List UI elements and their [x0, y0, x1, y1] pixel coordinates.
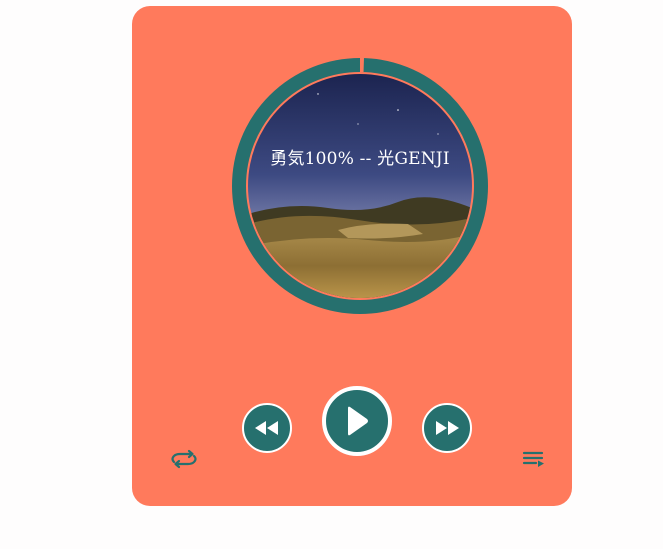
album-cover-image	[248, 74, 472, 298]
album-disc: 勇気100% -- 光GENJI	[232, 58, 488, 314]
loop-icon	[171, 449, 197, 469]
music-player-card: 勇気100% -- 光GENJI	[132, 6, 572, 506]
fast-forward-icon	[436, 421, 459, 435]
playlist-icon	[522, 451, 544, 467]
rewind-icon	[255, 421, 278, 435]
rewind-button[interactable]	[242, 403, 292, 453]
play-icon	[348, 406, 368, 436]
fast-forward-button[interactable]	[422, 403, 472, 453]
track-title: 勇気100% -- 光GENJI	[270, 149, 450, 169]
loop-button[interactable]	[168, 448, 200, 470]
playlist-button[interactable]	[522, 448, 546, 470]
play-button[interactable]	[322, 386, 392, 456]
